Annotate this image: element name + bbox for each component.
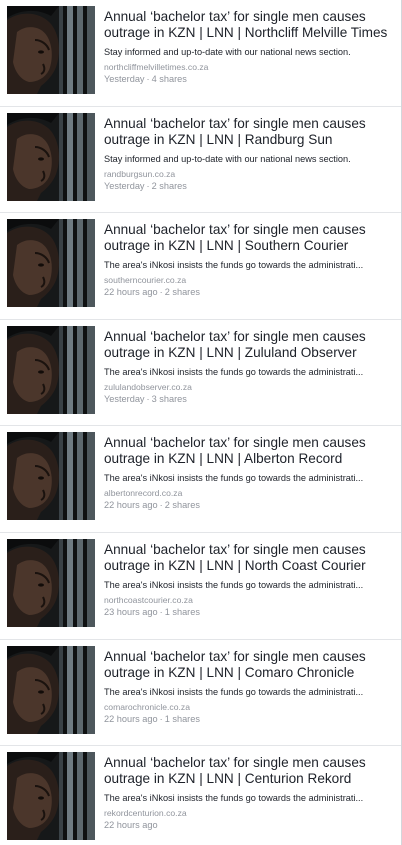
link-preview-card[interactable]: Annual ‘bachelor tax’ for single men cau… bbox=[0, 213, 401, 320]
man-portrait-icon bbox=[7, 645, 95, 734]
source-domain: randburgsun.co.za bbox=[104, 168, 176, 179]
link-preview-card[interactable]: Annual ‘bachelor tax’ for single men cau… bbox=[0, 746, 401, 845]
post-meta: 23 hours ago · 1 shares bbox=[104, 606, 393, 618]
post-meta: 22 hours ago · 1 shares bbox=[104, 713, 393, 725]
link-preview-card[interactable]: Annual ‘bachelor tax’ for single men cau… bbox=[0, 426, 401, 533]
article-description: The area's iNkosi insists the funds go t… bbox=[104, 793, 364, 804]
article-description: The area's iNkosi insists the funds go t… bbox=[104, 366, 364, 377]
post-meta: Yesterday · 2 shares bbox=[104, 180, 393, 192]
link-preview-card[interactable]: Annual ‘bachelor tax’ for single men cau… bbox=[0, 532, 401, 640]
source-domain: zululandobserver.co.za bbox=[104, 381, 192, 392]
source-domain: albertonrecord.co.za bbox=[104, 488, 183, 499]
article-description: The area's iNkosi insists the funds go t… bbox=[104, 579, 364, 590]
article-description: Stay informed and up-to-date with our na… bbox=[104, 47, 351, 57]
man-portrait-icon bbox=[7, 752, 95, 841]
source-domain: northcliffmelvilletimes.co.za bbox=[104, 62, 209, 72]
share-count[interactable]: 4 shares bbox=[152, 74, 187, 84]
source-domain: rekordcenturion.co.za bbox=[104, 808, 187, 819]
meta-separator: · bbox=[146, 74, 150, 84]
article-description: The area's iNkosi insists the funds go t… bbox=[104, 473, 364, 484]
meta-separator: · bbox=[146, 180, 150, 191]
link-preview-card[interactable]: Annual ‘bachelor tax’ for single men cau… bbox=[0, 639, 401, 747]
article-thumbnail-image[interactable] bbox=[7, 538, 95, 627]
man-portrait-icon bbox=[7, 325, 95, 414]
link-preview-text: Annual ‘bachelor tax’ for single men cau… bbox=[95, 432, 401, 532]
post-meta: Yesterday · 4 shares bbox=[104, 73, 393, 85]
man-portrait-icon bbox=[7, 219, 95, 308]
article-description: The area's iNkosi insists the funds go t… bbox=[104, 686, 364, 697]
post-meta: 22 hours ago · 2 shares bbox=[104, 286, 393, 298]
link-preview-list: Annual ‘bachelor tax’ for single men cau… bbox=[0, 0, 401, 845]
news-link-feed: Annual ‘bachelor tax’ for single men cau… bbox=[0, 0, 402, 845]
link-preview-text: Annual ‘bachelor tax’ for single men cau… bbox=[95, 219, 401, 319]
post-meta: 22 hours ago bbox=[104, 819, 393, 831]
post-time: Yesterday bbox=[104, 393, 145, 404]
share-count[interactable]: 1 shares bbox=[165, 607, 200, 617]
article-title[interactable]: Annual ‘bachelor tax’ for single men cau… bbox=[104, 222, 393, 254]
link-preview-card[interactable]: Annual ‘bachelor tax’ for single men cau… bbox=[0, 0, 401, 107]
post-meta: 22 hours ago · 2 shares bbox=[104, 499, 393, 511]
meta-separator: · bbox=[159, 500, 163, 511]
post-time: 22 hours ago bbox=[104, 820, 158, 831]
article-thumbnail-image[interactable] bbox=[7, 112, 95, 201]
man-portrait-icon bbox=[7, 538, 95, 627]
article-title[interactable]: Annual ‘bachelor tax’ for single men cau… bbox=[104, 9, 393, 41]
post-time: Yesterday bbox=[104, 74, 145, 84]
post-time: Yesterday bbox=[104, 180, 145, 191]
share-count[interactable]: 2 shares bbox=[152, 181, 187, 191]
article-thumbnail-image[interactable] bbox=[7, 219, 95, 308]
article-title[interactable]: Annual ‘bachelor tax’ for single men cau… bbox=[104, 755, 393, 787]
link-preview-text: Annual ‘bachelor tax’ for single men cau… bbox=[95, 6, 401, 106]
man-portrait-icon bbox=[7, 112, 95, 201]
meta-separator: · bbox=[159, 713, 163, 724]
share-count[interactable]: 1 shares bbox=[165, 714, 200, 724]
article-thumbnail-image[interactable] bbox=[7, 645, 95, 734]
meta-separator: · bbox=[159, 287, 163, 298]
article-thumbnail-image[interactable] bbox=[7, 752, 95, 841]
article-title[interactable]: Annual ‘bachelor tax’ for single men cau… bbox=[104, 649, 393, 681]
post-time: 22 hours ago bbox=[104, 713, 158, 724]
article-thumbnail-image[interactable] bbox=[7, 432, 95, 521]
link-preview-text: Annual ‘bachelor tax’ for single men cau… bbox=[95, 113, 401, 213]
article-thumbnail-image[interactable] bbox=[7, 325, 95, 414]
share-count[interactable]: 2 shares bbox=[165, 500, 200, 510]
post-time: 22 hours ago bbox=[104, 500, 158, 511]
share-count[interactable]: 2 shares bbox=[165, 287, 200, 297]
share-count[interactable]: 3 shares bbox=[152, 394, 187, 404]
article-title[interactable]: Annual ‘bachelor tax’ for single men cau… bbox=[104, 435, 393, 467]
article-thumbnail-image[interactable] bbox=[7, 6, 95, 94]
man-portrait-icon bbox=[7, 432, 95, 521]
man-portrait-icon bbox=[7, 6, 95, 94]
post-meta: Yesterday · 3 shares bbox=[104, 393, 393, 405]
article-description: The area's iNkosi insists the funds go t… bbox=[104, 260, 364, 271]
meta-separator: · bbox=[159, 606, 163, 617]
post-time: 22 hours ago bbox=[104, 287, 158, 298]
source-domain: comarochronicle.co.za bbox=[104, 701, 190, 712]
article-title[interactable]: Annual ‘bachelor tax’ for single men cau… bbox=[104, 116, 393, 148]
post-time: 23 hours ago bbox=[104, 606, 158, 617]
link-preview-card[interactable]: Annual ‘bachelor tax’ for single men cau… bbox=[0, 106, 401, 214]
link-preview-text: Annual ‘bachelor tax’ for single men cau… bbox=[95, 646, 401, 746]
article-description: Stay informed and up-to-date with our na… bbox=[104, 153, 351, 164]
article-title[interactable]: Annual ‘bachelor tax’ for single men cau… bbox=[104, 542, 393, 574]
link-preview-card[interactable]: Annual ‘bachelor tax’ for single men cau… bbox=[0, 319, 401, 427]
source-domain: northcoastcourier.co.za bbox=[104, 594, 193, 605]
link-preview-text: Annual ‘bachelor tax’ for single men cau… bbox=[95, 539, 401, 639]
article-title[interactable]: Annual ‘bachelor tax’ for single men cau… bbox=[104, 329, 393, 361]
link-preview-text: Annual ‘bachelor tax’ for single men cau… bbox=[95, 752, 401, 845]
source-domain: southerncourier.co.za bbox=[104, 275, 187, 286]
link-preview-text: Annual ‘bachelor tax’ for single men cau… bbox=[95, 326, 401, 426]
meta-separator: · bbox=[146, 393, 150, 404]
